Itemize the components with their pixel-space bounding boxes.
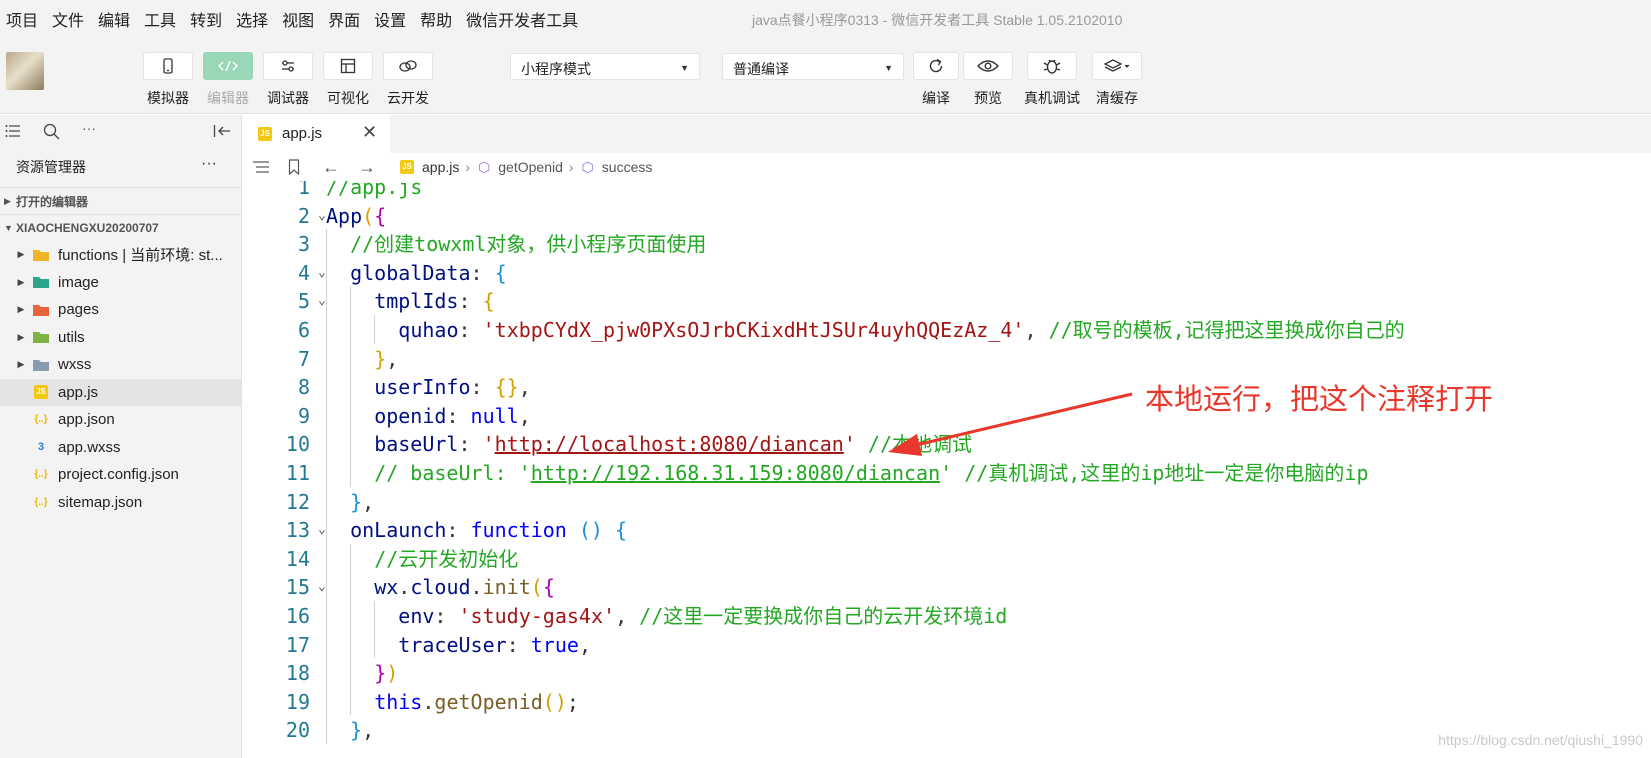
annotation-text: 本地运行，把这个注释打开 — [1145, 384, 1494, 416]
watermark: https://blog.csdn.net/qiushi_1990 — [1438, 732, 1643, 748]
